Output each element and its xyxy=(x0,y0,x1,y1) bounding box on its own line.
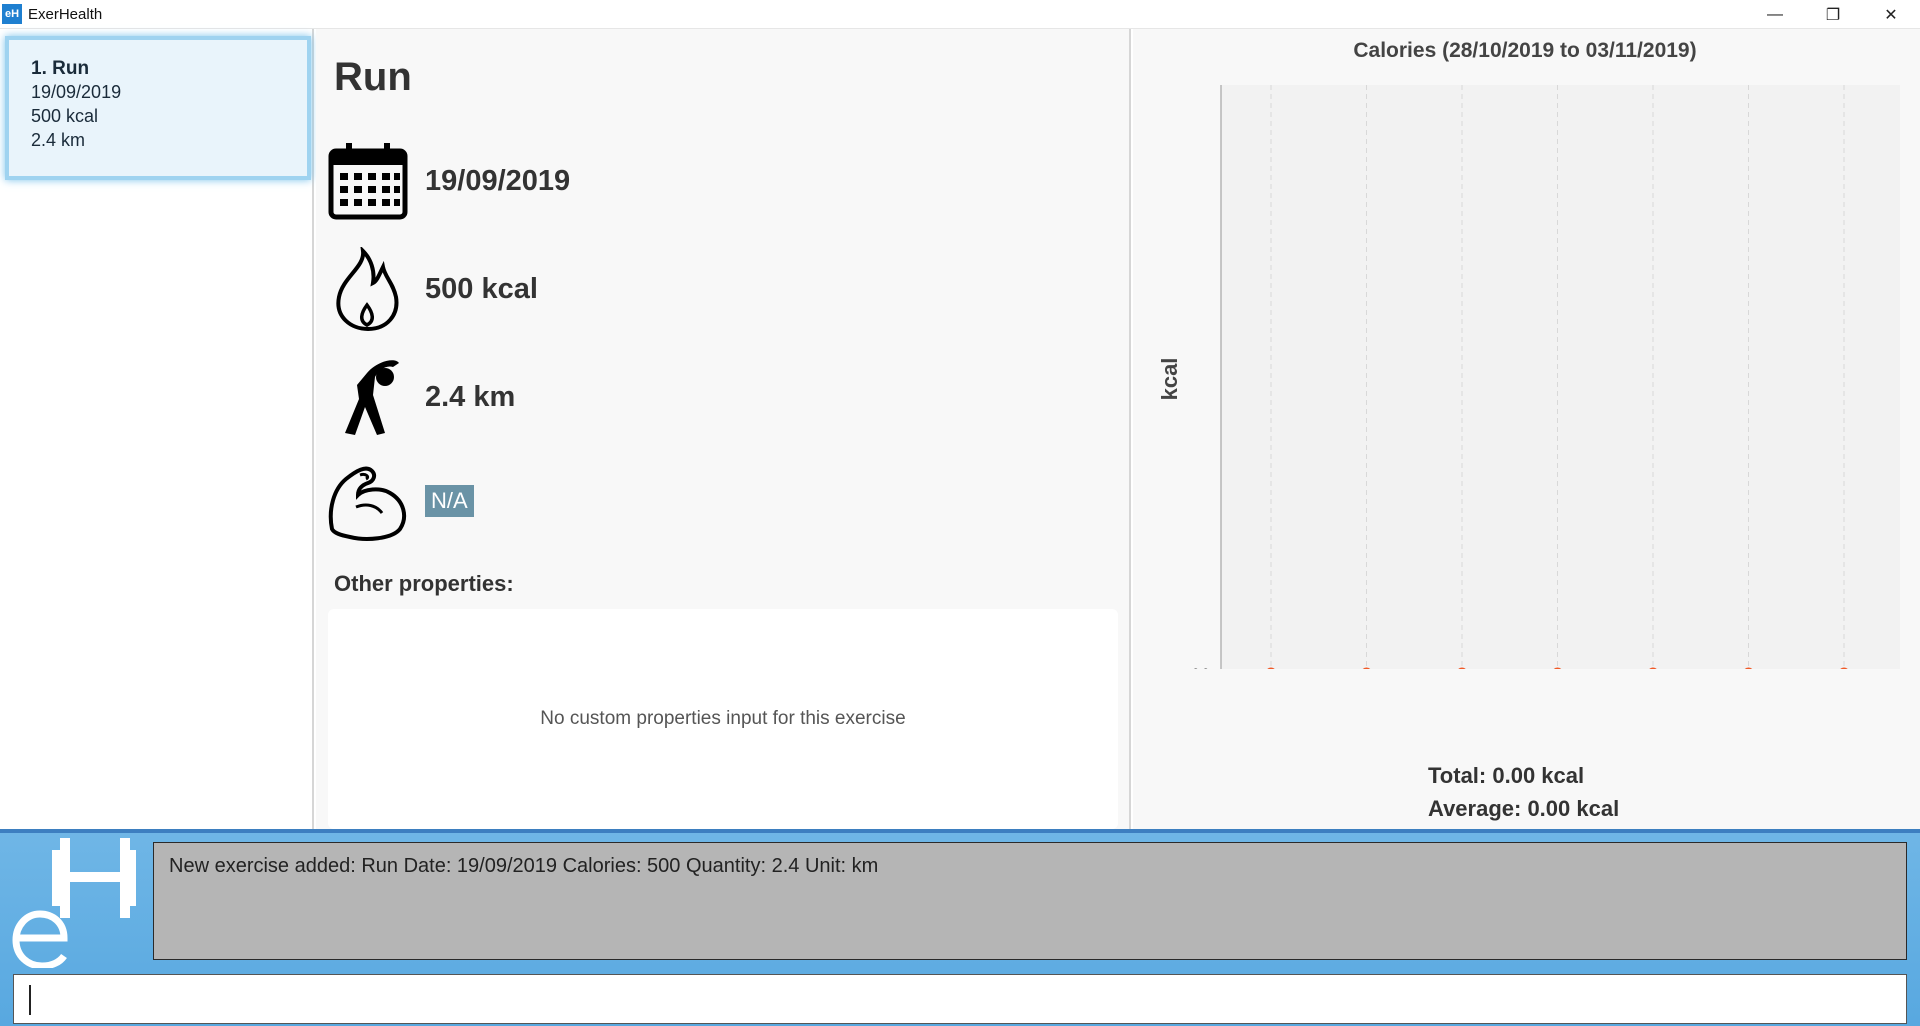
exercise-list-item-name: 1. Run xyxy=(31,58,90,79)
custom-properties-box: No custom properties input for this exer… xyxy=(328,609,1118,829)
exercise-detail-panel: Run 19/09/2019 500 kcal 2.4 km N/A Other… xyxy=(316,29,1131,829)
muscle-tag: N/A xyxy=(425,485,474,517)
result-text: New exercise added: Run Date: 19/09/2019… xyxy=(169,855,879,877)
calories-chart: Calories (28/10/2019 to 03/11/2019) kcal 0… xyxy=(1157,39,1900,669)
calories-chart-panel: Calories (28/10/2019 to 03/11/2019) kcal 0… xyxy=(1133,29,1920,829)
result-display: New exercise added: Run Date: 19/09/2019… xyxy=(153,842,1907,960)
muscle-arm-icon xyxy=(326,459,410,543)
minimize-button[interactable]: — xyxy=(1746,0,1804,29)
chart-data-point xyxy=(1744,667,1753,669)
exercise-quantity: 2.4 km xyxy=(425,380,516,413)
chart-title: Calories (28/10/2019 to 03/11/2019) xyxy=(1353,39,1696,62)
no-properties-text: No custom properties input for this exer… xyxy=(540,708,906,729)
chart-y-tick-label: 0.0 xyxy=(1192,666,1209,669)
chart-plot-area xyxy=(1221,85,1900,669)
command-area: New exercise added: Run Date: 19/09/2019… xyxy=(0,829,1920,1026)
command-input[interactable] xyxy=(13,974,1907,1024)
exercise-date: 19/09/2019 xyxy=(425,164,571,197)
text-caret xyxy=(29,985,31,1015)
chart-data-point xyxy=(1649,667,1657,669)
average-calories: Average: 0.00 kcal xyxy=(1428,796,1620,821)
chart-data-point xyxy=(1840,667,1848,669)
calendar-icon xyxy=(326,139,410,223)
muscle-row: N/A xyxy=(326,459,474,543)
exercise-list-item-date: 19/09/2019 xyxy=(31,82,122,102)
exercise-calories: 500 kcal xyxy=(425,272,538,305)
exercise-list-item-quantity: 2.4 km xyxy=(31,130,86,150)
calories-row: 500 kcal xyxy=(326,247,538,331)
exercise-list-panel: 1. Run 19/09/2019 500 kcal 2.4 km xyxy=(0,29,314,829)
exerhealth-logo-icon xyxy=(8,838,138,970)
window-controls: — ❐ ✕ xyxy=(1746,0,1920,29)
chart-data-point xyxy=(1458,667,1466,669)
total-calories: Total: 0.00 kcal xyxy=(1428,763,1585,788)
exercise-list-item-calories: 500 kcal xyxy=(31,106,99,126)
exercise-list-item[interactable]: 1. Run 19/09/2019 500 kcal 2.4 km xyxy=(5,36,311,180)
exercise-person-icon xyxy=(326,355,410,439)
chart-y-axis-label: kcal xyxy=(1157,358,1182,401)
chart-data-point xyxy=(1362,667,1371,669)
flame-icon xyxy=(326,247,410,331)
close-button[interactable]: ✕ xyxy=(1862,0,1920,29)
date-row: 19/09/2019 xyxy=(326,139,570,223)
title-bar: eH ExerHealth — ❐ ✕ xyxy=(0,0,1920,29)
chart-data-point xyxy=(1553,667,1562,669)
other-properties-label: Other properties: xyxy=(334,571,514,596)
restore-button[interactable]: ❐ xyxy=(1804,0,1862,29)
window-title: ExerHealth xyxy=(28,5,103,23)
exercise-name-heading: Run xyxy=(334,55,412,99)
app-logo-icon: eH xyxy=(2,4,22,24)
chart-data-point xyxy=(1267,667,1275,669)
quantity-row: 2.4 km xyxy=(326,355,515,439)
